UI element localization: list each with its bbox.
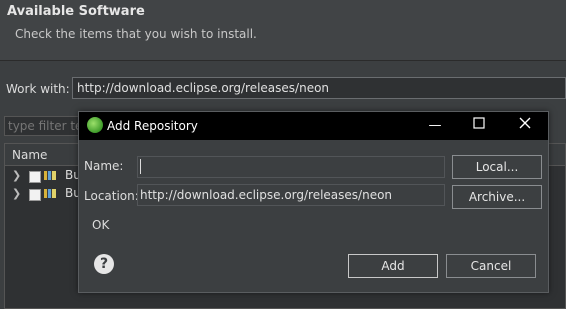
work-with-label: Work with:: [6, 82, 70, 96]
dialog-title: Add Repository: [107, 119, 198, 133]
minimize-icon[interactable]: —: [426, 118, 444, 134]
cancel-button[interactable]: Cancel: [446, 254, 536, 278]
chevron-right-icon[interactable]: ❯: [12, 169, 21, 182]
status-message: OK: [92, 218, 110, 232]
item-checkbox[interactable]: [29, 171, 41, 183]
maximize-icon[interactable]: [471, 117, 487, 133]
location-label: Location:: [84, 189, 139, 203]
location-field[interactable]: [137, 184, 445, 206]
chevron-right-icon[interactable]: ❯: [12, 187, 21, 200]
help-icon[interactable]: ?: [94, 254, 114, 274]
package-icon: [44, 189, 56, 198]
wizard-description: Check the items that you wish to install…: [15, 27, 257, 41]
local-button[interactable]: Local...: [452, 155, 542, 179]
name-field[interactable]: [137, 156, 445, 178]
header-separator: [0, 60, 566, 61]
wizard-title: Available Software: [7, 4, 145, 19]
package-icon: [44, 171, 56, 180]
tree-column-name: Name: [12, 148, 48, 162]
item-checkbox[interactable]: [29, 189, 41, 201]
close-icon[interactable]: [515, 115, 535, 135]
work-with-field[interactable]: [72, 77, 566, 99]
archive-button[interactable]: Archive...: [452, 185, 542, 209]
eclipse-app-icon: [87, 117, 103, 133]
name-label: Name:: [84, 159, 124, 173]
text-caret: [140, 159, 141, 174]
add-button[interactable]: Add: [348, 254, 438, 278]
